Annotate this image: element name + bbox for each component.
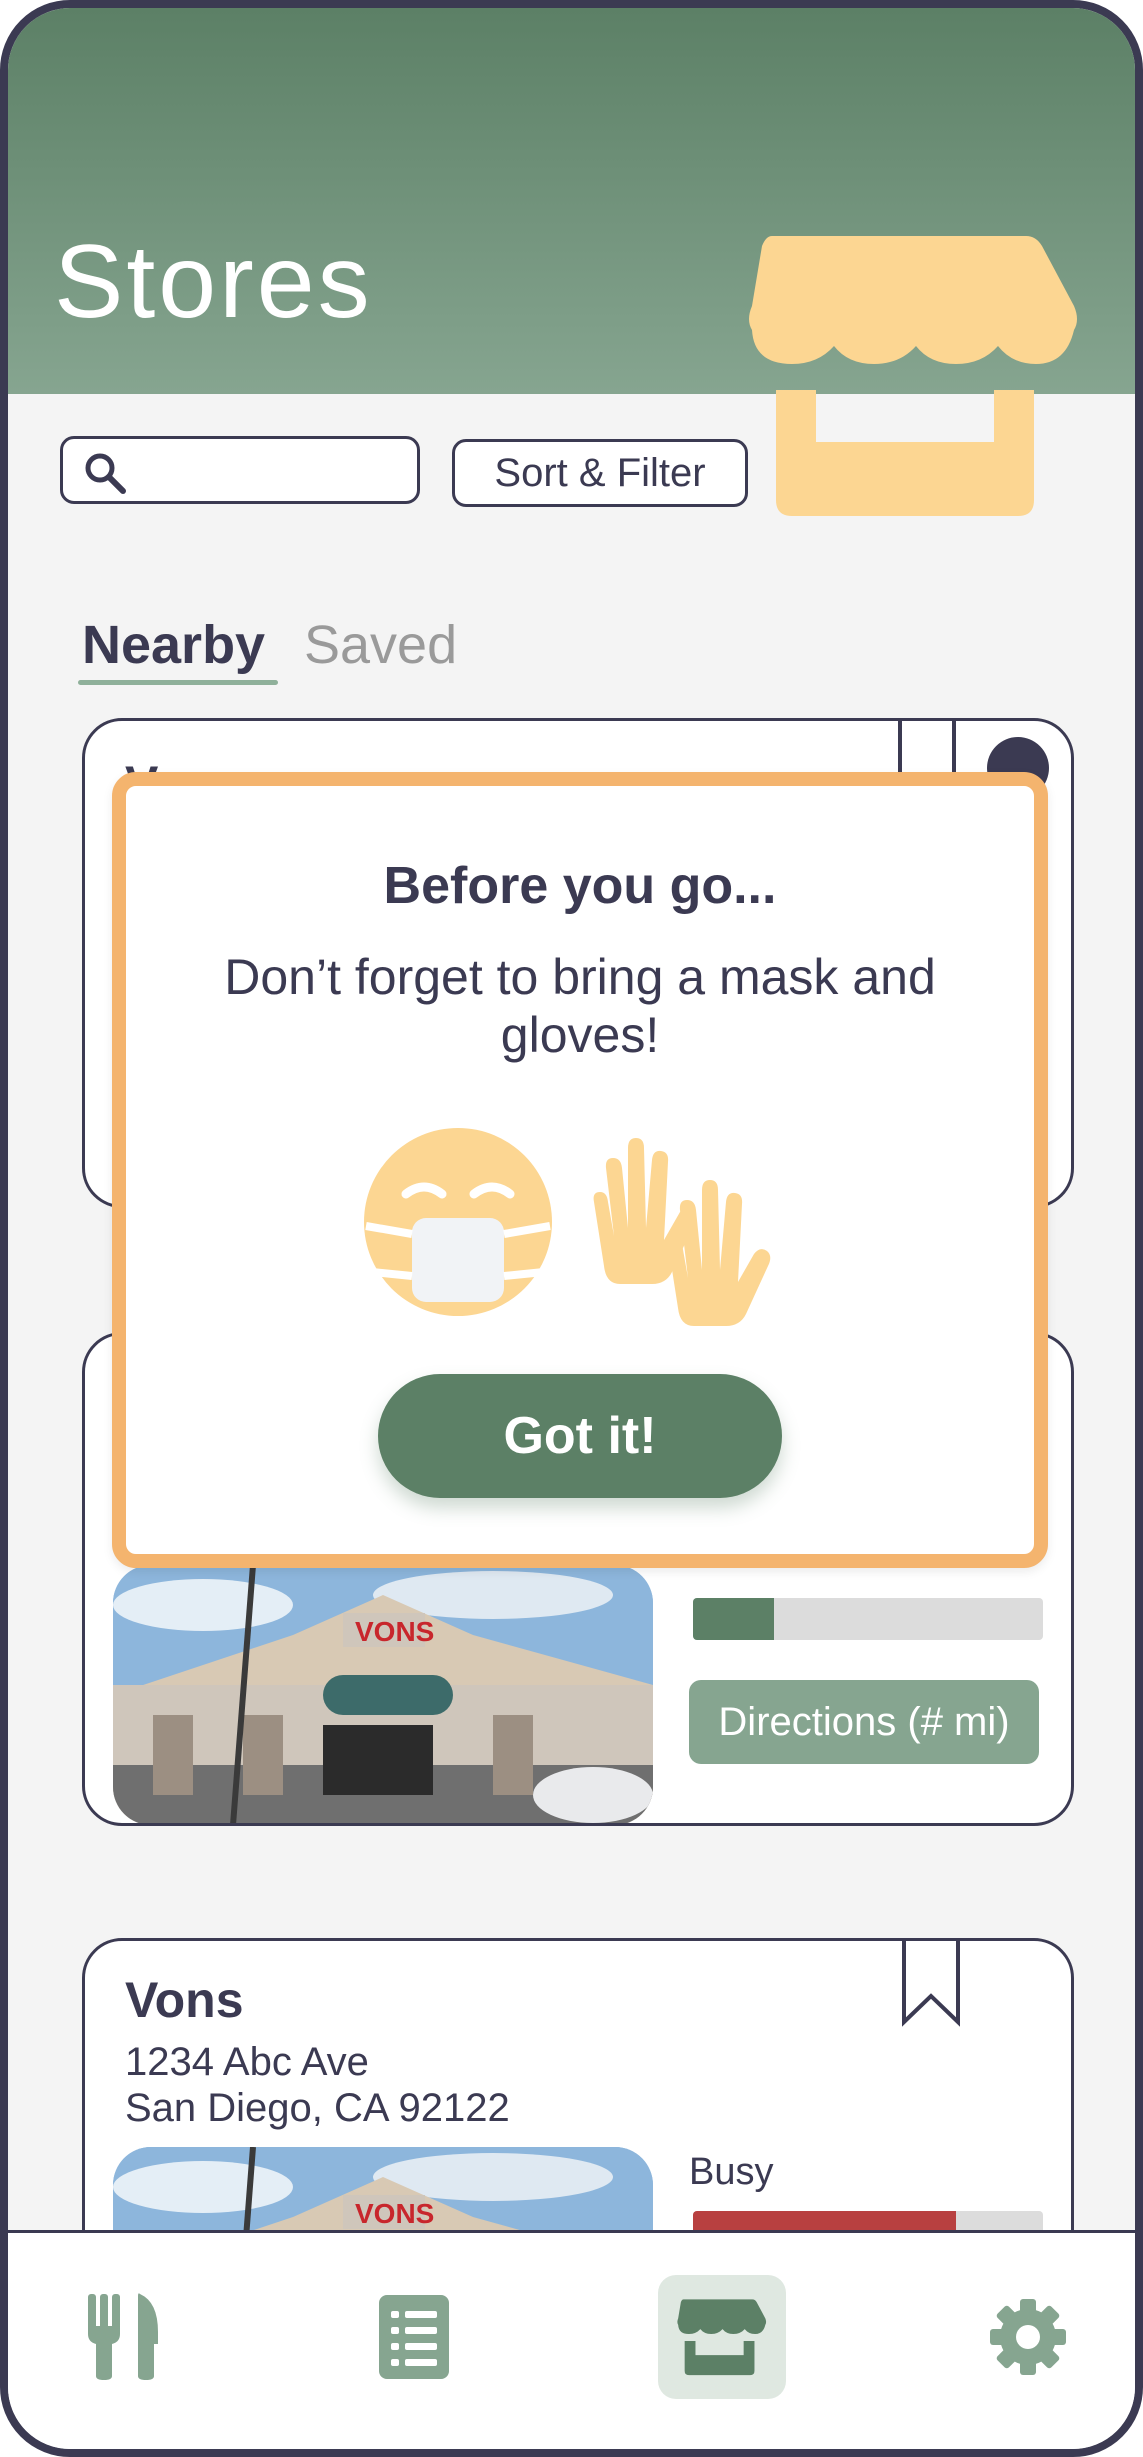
nav-item-settings[interactable] bbox=[964, 2275, 1092, 2399]
modal-message: Don’t forget to bring a mask and gloves! bbox=[224, 949, 936, 1063]
nav-item-stores[interactable] bbox=[658, 2275, 786, 2399]
nav-item-meals[interactable] bbox=[60, 2275, 188, 2399]
store-name: Vons bbox=[125, 1972, 244, 2028]
store-photo: VONS bbox=[113, 1565, 653, 1823]
storefront-icon bbox=[677, 2299, 767, 2376]
storefront-icon bbox=[749, 236, 1077, 516]
busy-meter bbox=[693, 1598, 1043, 1640]
reminder-modal: Before you go... Don’t forget to bring a… bbox=[112, 772, 1048, 1568]
bookmark-icon[interactable] bbox=[901, 1938, 961, 2028]
nav-item-list[interactable] bbox=[350, 2275, 478, 2399]
active-tab-indicator bbox=[78, 680, 278, 685]
modal-title: Before you go... bbox=[383, 857, 777, 915]
tab-nearby[interactable]: Nearby bbox=[82, 618, 265, 672]
search-icon bbox=[85, 453, 126, 494]
bottom-nav bbox=[8, 2230, 1135, 2449]
sort-filter-button[interactable]: Sort & Filter bbox=[452, 439, 748, 507]
tab-saved[interactable]: Saved bbox=[304, 618, 457, 672]
face-mask-icon bbox=[364, 1128, 552, 1316]
list-icon bbox=[379, 2295, 449, 2379]
fork-knife-icon bbox=[88, 2293, 158, 2380]
directions-button[interactable]: Directions (# mi) bbox=[689, 1680, 1039, 1764]
gear-icon bbox=[990, 2299, 1066, 2375]
store-photo-art: VONS bbox=[113, 1565, 653, 1823]
store-address-line2: San Diego, CA 92122 bbox=[125, 2086, 510, 2130]
got-it-button[interactable]: Got it! bbox=[378, 1374, 782, 1498]
search-input[interactable] bbox=[133, 447, 408, 493]
header: Stores bbox=[8, 8, 1135, 516]
busy-meter-fill bbox=[693, 1598, 774, 1640]
store-address-line1: 1234 Abc Ave bbox=[125, 2040, 369, 2084]
svg-text:VONS: VONS bbox=[355, 2198, 434, 2229]
phone-frame: Stores Sort & Filter Nearby Saved Vons bbox=[0, 0, 1143, 2457]
search-box[interactable] bbox=[60, 436, 420, 504]
page-title: Stores bbox=[54, 224, 373, 340]
busy-label: Busy bbox=[689, 2151, 774, 2193]
gloves-icon bbox=[593, 1138, 771, 1326]
svg-text:VONS: VONS bbox=[355, 1616, 434, 1647]
